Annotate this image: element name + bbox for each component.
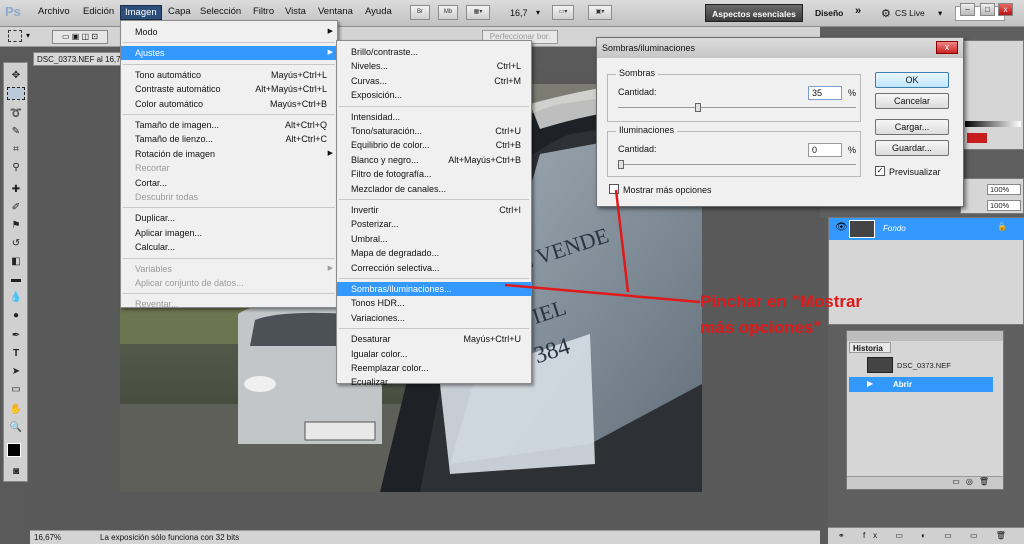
annotation-text: Pinchar en "Mostrar más opciones" [700,289,920,341]
annotation-line-2: más opciones" [700,318,822,337]
annotation-line-1: Pinchar en "Mostrar [700,292,863,311]
annotation-line-menu [504,283,701,304]
annotation-arrows [504,189,701,304]
annotation-line-checkbox [614,189,630,293]
